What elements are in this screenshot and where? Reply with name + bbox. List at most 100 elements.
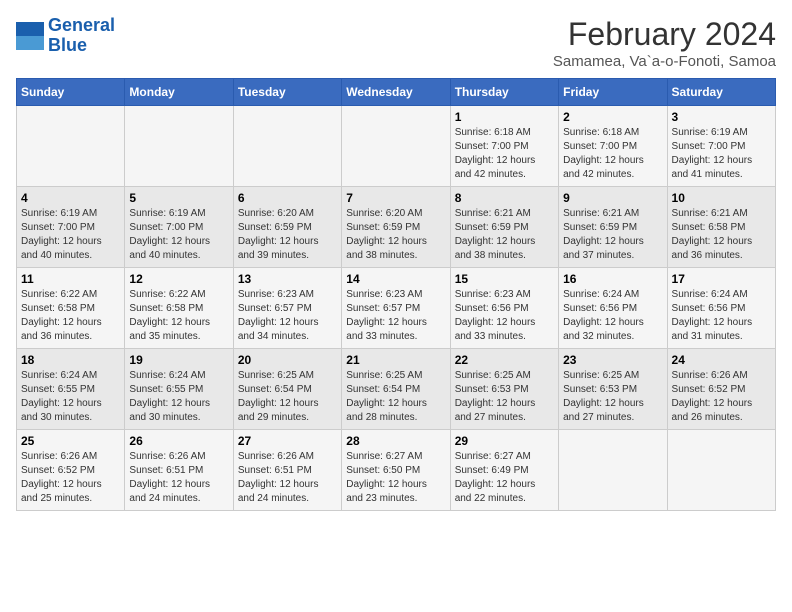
- day-number: 12: [129, 272, 228, 286]
- day-info: Sunrise: 6:22 AMSunset: 6:58 PMDaylight:…: [21, 288, 120, 344]
- calendar-cell: 6 Sunrise: 6:20 AMSunset: 6:59 PMDaylight…: [233, 187, 341, 268]
- day-info: Sunrise: 6:24 AMSunset: 6:56 PMDaylight:…: [672, 288, 771, 344]
- day-number: 5: [129, 191, 228, 205]
- day-info: Sunrise: 6:24 AMSunset: 6:55 PMDaylight:…: [21, 369, 120, 425]
- calendar-cell: [125, 106, 233, 187]
- calendar-cell: 11 Sunrise: 6:22 AMSunset: 6:58 PMDayligh…: [17, 268, 125, 349]
- day-info: Sunrise: 6:25 AMSunset: 6:54 PMDaylight:…: [346, 369, 445, 425]
- calendar-cell: 2 Sunrise: 6:18 AMSunset: 7:00 PMDaylight…: [559, 106, 667, 187]
- day-info: Sunrise: 6:19 AMSunset: 7:00 PMDaylight:…: [672, 126, 771, 182]
- calendar-cell: 9Sunrise: 6:21 AMSunset: 6:59 PMDaylight…: [559, 187, 667, 268]
- calendar-cell: 17 Sunrise: 6:24 AMSunset: 6:56 PMDayligh…: [667, 268, 775, 349]
- calendar-body: 1 Sunrise: 6:18 AMSunset: 7:00 PMDaylight…: [17, 106, 776, 511]
- calendar-cell: 26 Sunrise: 6:26 AMSunset: 6:51 PMDayligh…: [125, 430, 233, 511]
- calendar-cell: 12 Sunrise: 6:22 AMSunset: 6:58 PMDayligh…: [125, 268, 233, 349]
- day-number: 23: [563, 353, 662, 367]
- day-number: 3: [672, 110, 771, 124]
- calendar-cell: [233, 106, 341, 187]
- day-info: Sunrise: 6:23 AMSunset: 6:56 PMDaylight:…: [455, 288, 554, 344]
- calendar-cell: 1 Sunrise: 6:18 AMSunset: 7:00 PMDaylight…: [450, 106, 558, 187]
- logo-blue: Blue: [48, 35, 87, 55]
- day-number: 4: [21, 191, 120, 205]
- logo-text: General Blue: [48, 16, 115, 56]
- day-number: 13: [238, 272, 337, 286]
- day-info: Sunrise: 6:26 AMSunset: 6:51 PMDaylight:…: [129, 450, 228, 506]
- day-info: Sunrise: 6:18 AMSunset: 7:00 PMDaylight:…: [455, 126, 554, 182]
- day-info: Sunrise: 6:23 AMSunset: 6:57 PMDaylight:…: [346, 288, 445, 344]
- calendar-cell: [342, 106, 450, 187]
- day-info: Sunrise: 6:27 AMSunset: 6:49 PMDaylight:…: [455, 450, 554, 506]
- calendar-cell: 23Sunrise: 6:25 AMSunset: 6:53 PMDayligh…: [559, 349, 667, 430]
- calendar-cell: 4 Sunrise: 6:19 AMSunset: 7:00 PMDaylight…: [17, 187, 125, 268]
- calendar-cell: 8 Sunrise: 6:21 AMSunset: 6:59 PMDaylight…: [450, 187, 558, 268]
- logo-general: General: [48, 15, 115, 35]
- day-number: 18: [21, 353, 120, 367]
- weekday-header: Friday: [559, 79, 667, 106]
- calendar-cell: 20 Sunrise: 6:25 AMSunset: 6:54 PMDayligh…: [233, 349, 341, 430]
- calendar-week-row: 1 Sunrise: 6:18 AMSunset: 7:00 PMDaylight…: [17, 106, 776, 187]
- calendar-week-row: 4 Sunrise: 6:19 AMSunset: 7:00 PMDaylight…: [17, 187, 776, 268]
- day-number: 27: [238, 434, 337, 448]
- calendar-cell: 16Sunrise: 6:24 AMSunset: 6:56 PMDayligh…: [559, 268, 667, 349]
- day-number: 8: [455, 191, 554, 205]
- calendar-subtitle: Samamea, Va`a-o-Fonoti, Samoa: [553, 53, 776, 70]
- day-number: 28: [346, 434, 445, 448]
- day-number: 9: [563, 191, 662, 205]
- day-info: Sunrise: 6:19 AMSunset: 7:00 PMDaylight:…: [21, 207, 120, 263]
- day-number: 10: [672, 191, 771, 205]
- calendar-header: SundayMondayTuesdayWednesdayThursdayFrid…: [17, 79, 776, 106]
- day-info: Sunrise: 6:21 AMSunset: 6:58 PMDaylight:…: [672, 207, 771, 263]
- day-number: 25: [21, 434, 120, 448]
- day-info: Sunrise: 6:26 AMSunset: 6:51 PMDaylight:…: [238, 450, 337, 506]
- day-info: Sunrise: 6:25 AMSunset: 6:54 PMDaylight:…: [238, 369, 337, 425]
- day-info: Sunrise: 6:20 AMSunset: 6:59 PMDaylight:…: [346, 207, 445, 263]
- day-number: 16: [563, 272, 662, 286]
- calendar-cell: 21Sunrise: 6:25 AMSunset: 6:54 PMDayligh…: [342, 349, 450, 430]
- calendar-cell: 15 Sunrise: 6:23 AMSunset: 6:56 PMDayligh…: [450, 268, 558, 349]
- calendar-cell: [17, 106, 125, 187]
- calendar-week-row: 11 Sunrise: 6:22 AMSunset: 6:58 PMDayligh…: [17, 268, 776, 349]
- calendar-cell: 22 Sunrise: 6:25 AMSunset: 6:53 PMDayligh…: [450, 349, 558, 430]
- day-info: Sunrise: 6:20 AMSunset: 6:59 PMDaylight:…: [238, 207, 337, 263]
- calendar-cell: 29 Sunrise: 6:27 AMSunset: 6:49 PMDayligh…: [450, 430, 558, 511]
- day-info: Sunrise: 6:21 AMSunset: 6:59 PMDaylight:…: [455, 207, 554, 263]
- day-info: Sunrise: 6:18 AMSunset: 7:00 PMDaylight:…: [563, 126, 662, 182]
- calendar-cell: 19Sunrise: 6:24 AMSunset: 6:55 PMDayligh…: [125, 349, 233, 430]
- day-number: 29: [455, 434, 554, 448]
- day-number: 14: [346, 272, 445, 286]
- day-number: 6: [238, 191, 337, 205]
- weekday-header: Saturday: [667, 79, 775, 106]
- calendar-cell: 7Sunrise: 6:20 AMSunset: 6:59 PMDaylight…: [342, 187, 450, 268]
- logo: General Blue: [16, 16, 115, 56]
- logo-icon: [16, 22, 44, 50]
- day-number: 26: [129, 434, 228, 448]
- calendar-cell: 5 Sunrise: 6:19 AMSunset: 7:00 PMDaylight…: [125, 187, 233, 268]
- weekday-header: Thursday: [450, 79, 558, 106]
- day-number: 15: [455, 272, 554, 286]
- day-number: 11: [21, 272, 120, 286]
- day-info: Sunrise: 6:27 AMSunset: 6:50 PMDaylight:…: [346, 450, 445, 506]
- day-info: Sunrise: 6:25 AMSunset: 6:53 PMDaylight:…: [455, 369, 554, 425]
- day-number: 2: [563, 110, 662, 124]
- day-number: 1: [455, 110, 554, 124]
- day-number: 24: [672, 353, 771, 367]
- calendar-cell: 24Sunrise: 6:26 AMSunset: 6:52 PMDayligh…: [667, 349, 775, 430]
- day-number: 22: [455, 353, 554, 367]
- calendar-cell: 28 Sunrise: 6:27 AMSunset: 6:50 PMDayligh…: [342, 430, 450, 511]
- calendar-cell: [559, 430, 667, 511]
- calendar-cell: 18 Sunrise: 6:24 AMSunset: 6:55 PMDayligh…: [17, 349, 125, 430]
- day-info: Sunrise: 6:22 AMSunset: 6:58 PMDaylight:…: [129, 288, 228, 344]
- calendar-cell: 25 Sunrise: 6:26 AMSunset: 6:52 PMDayligh…: [17, 430, 125, 511]
- day-number: 17: [672, 272, 771, 286]
- calendar-week-row: 25 Sunrise: 6:26 AMSunset: 6:52 PMDayligh…: [17, 430, 776, 511]
- weekday-header: Sunday: [17, 79, 125, 106]
- day-info: Sunrise: 6:26 AMSunset: 6:52 PMDaylight:…: [21, 450, 120, 506]
- day-info: Sunrise: 6:19 AMSunset: 7:00 PMDaylight:…: [129, 207, 228, 263]
- calendar-cell: 10 Sunrise: 6:21 AMSunset: 6:58 PMDayligh…: [667, 187, 775, 268]
- day-number: 20: [238, 353, 337, 367]
- weekday-header-row: SundayMondayTuesdayWednesdayThursdayFrid…: [17, 79, 776, 106]
- calendar-cell: 27 Sunrise: 6:26 AMSunset: 6:51 PMDayligh…: [233, 430, 341, 511]
- day-number: 19: [129, 353, 228, 367]
- calendar-cell: 14 Sunrise: 6:23 AMSunset: 6:57 PMDayligh…: [342, 268, 450, 349]
- calendar-cell: [667, 430, 775, 511]
